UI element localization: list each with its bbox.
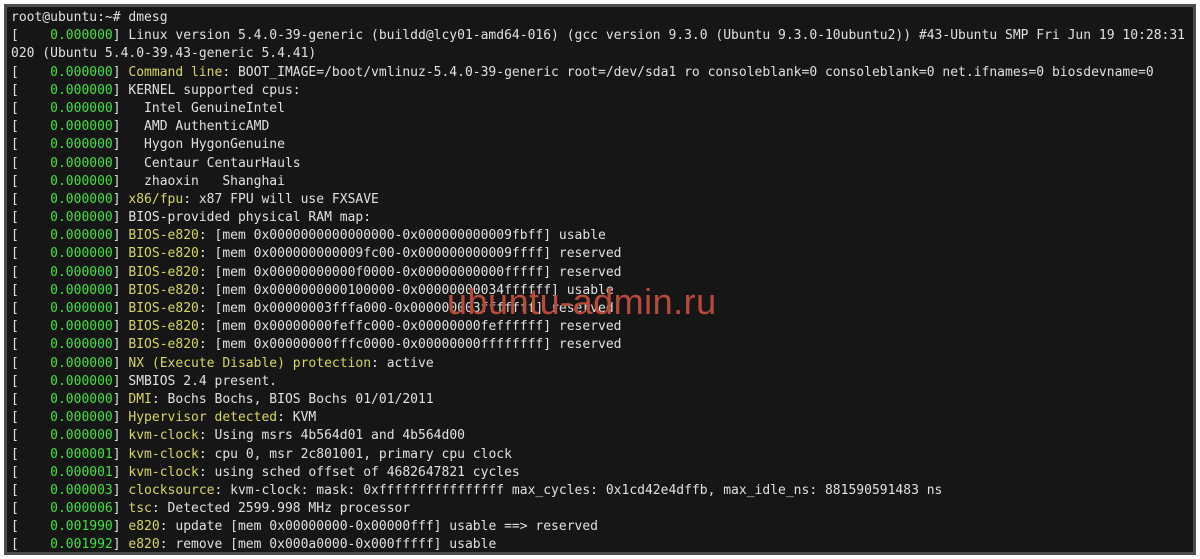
- output-line: [ 0.000000] BIOS-e820: [mem 0x0000000000…: [11, 227, 1189, 245]
- output-line: [ 0.000000] Hypervisor detected: KVM: [11, 409, 1189, 427]
- output-line: [ 0.000000] Linux version 5.4.0-39-gener…: [11, 27, 1189, 45]
- output-line: [ 0.000000] BIOS-e820: [mem 0x0000000000…: [11, 282, 1189, 300]
- output-line: [ 0.001990] e820: update [mem 0x00000000…: [11, 518, 1189, 536]
- output-line: [ 0.000000] NX (Execute Disable) protect…: [11, 355, 1189, 373]
- terminal-window[interactable]: root@ubuntu:~# dmesg [ 0.000000] Linux v…: [4, 4, 1196, 555]
- output-line: [ 0.000000] BIOS-e820: [mem 0x00000000fe…: [11, 318, 1189, 336]
- output-line: [ 0.000000] AMD AuthenticAMD: [11, 118, 1189, 136]
- output-line: [ 0.000000] BIOS-e820: [mem 0x0000000000…: [11, 264, 1189, 282]
- output-line: [ 0.000001] kvm-clock: cpu 0, msr 2c8010…: [11, 446, 1189, 464]
- prompt-line: root@ubuntu:~# dmesg: [11, 9, 1189, 27]
- output-line: 020 (Ubuntu 5.4.0-39.43-generic 5.4.41): [11, 45, 1189, 63]
- output-line: [ 0.000000] Hygon HygonGenuine: [11, 136, 1189, 154]
- output-line: [ 0.000000] DMI: Bochs Bochs, BIOS Bochs…: [11, 391, 1189, 409]
- output-line: [ 0.000000] Command line: BOOT_IMAGE=/bo…: [11, 64, 1189, 82]
- output-line: [ 0.000000] BIOS-e820: [mem 0x00000003ff…: [11, 300, 1189, 318]
- output-line: [ 0.000000] x86/fpu: x87 FPU will use FX…: [11, 191, 1189, 209]
- output-line: [ 0.000000] zhaoxin Shanghai: [11, 173, 1189, 191]
- output-line: [ 0.000000] Centaur CentaurHauls: [11, 155, 1189, 173]
- terminal-output: [ 0.000000] Linux version 5.4.0-39-gener…: [11, 27, 1189, 554]
- command-text: dmesg: [128, 10, 167, 25]
- output-line: [ 0.000001] kvm-clock: using sched offse…: [11, 464, 1189, 482]
- output-line: [ 0.000000] BIOS-provided physical RAM m…: [11, 209, 1189, 227]
- output-line: [ 0.000000] BIOS-e820: [mem 0x00000000ff…: [11, 336, 1189, 354]
- output-line: [ 0.000000] Intel GenuineIntel: [11, 100, 1189, 118]
- output-line: [ 0.000003] clocksource: kvm-clock: mask…: [11, 482, 1189, 500]
- output-line: [ 0.001992] e820: remove [mem 0x000a0000…: [11, 536, 1189, 554]
- output-line: [ 0.000000] KERNEL supported cpus:: [11, 82, 1189, 100]
- output-line: [ 0.000000] SMBIOS 2.4 present.: [11, 373, 1189, 391]
- output-line: [ 0.000000] BIOS-e820: [mem 0x0000000000…: [11, 245, 1189, 263]
- prompt-path: ~: [105, 10, 113, 25]
- prompt-user-host: root@ubuntu: [11, 10, 97, 25]
- output-line: [ 0.000000] kvm-clock: Using msrs 4b564d…: [11, 427, 1189, 445]
- output-line: [ 0.000006] tsc: Detected 2599.998 MHz p…: [11, 500, 1189, 518]
